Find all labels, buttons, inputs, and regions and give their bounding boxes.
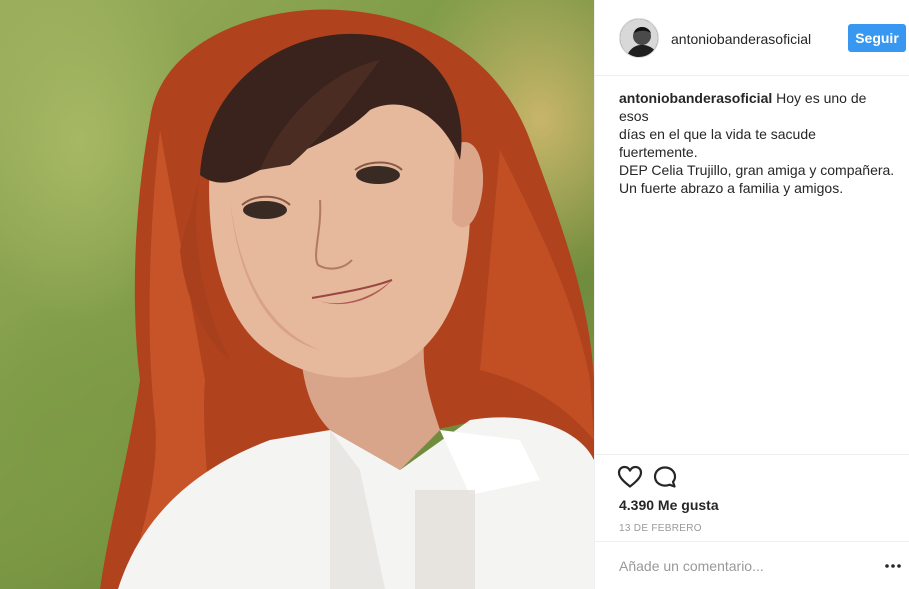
comment-button[interactable]: [652, 465, 678, 489]
caption-line-4: DEP Celia Trujillo, gran amiga y compañe…: [619, 162, 895, 178]
portrait-photo-illustration: [100, 9, 594, 589]
comment-bubble-icon: [653, 466, 677, 488]
author-username-link[interactable]: antoniobanderasoficial: [671, 31, 811, 47]
post-date[interactable]: 13 DE FEBRERO: [619, 523, 702, 534]
likes-count[interactable]: 4.390 Me gusta: [619, 497, 719, 513]
comment-bar: [595, 541, 909, 589]
caption-line-3: fuertemente.: [619, 144, 698, 160]
comment-input[interactable]: [619, 556, 849, 576]
follow-button[interactable]: Seguir: [848, 24, 906, 52]
more-options-icon: [885, 564, 901, 568]
more-options-button[interactable]: [882, 556, 904, 576]
post-side-panel: antoniobanderasoficial Seguir antonioban…: [594, 0, 909, 589]
post-header: antoniobanderasoficial Seguir: [595, 0, 909, 76]
caption-username[interactable]: antoniobanderasoficial: [619, 90, 772, 106]
post-photo[interactable]: [0, 0, 594, 589]
profile-avatar[interactable]: [619, 18, 659, 58]
post-caption: antoniobanderasoficial Hoy es uno de eso…: [619, 89, 899, 197]
caption-line-5: Un fuerte abrazo a familia y amigos.: [619, 180, 844, 196]
heart-icon: [617, 465, 643, 488]
caption-line-2: días en el que la vida te sacude: [619, 126, 816, 142]
instagram-post: antoniobanderasoficial Seguir antonioban…: [0, 0, 909, 589]
post-actions: [595, 454, 909, 490]
like-button[interactable]: [617, 465, 643, 489]
avatar-icon: [620, 19, 658, 57]
